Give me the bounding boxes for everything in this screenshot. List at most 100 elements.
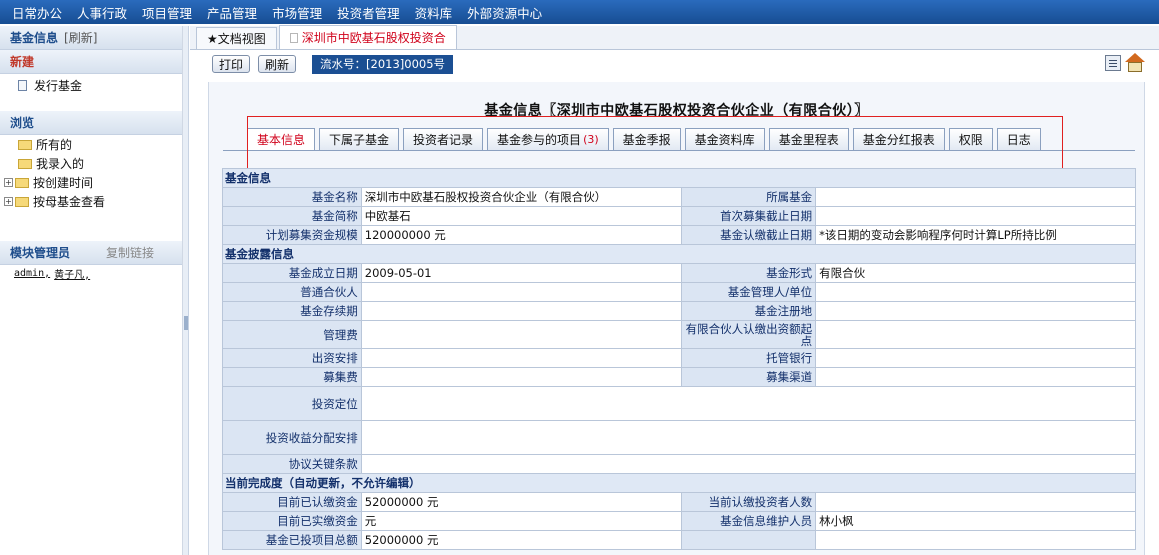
distribution-field[interactable]	[360, 420, 1137, 455]
nav-market-mgmt[interactable]: 市场管理	[272, 3, 322, 22]
refresh-button[interactable]: 刷新	[258, 55, 297, 73]
subscribed-field: 52000000 元	[360, 492, 682, 512]
table-row: 基金成立日期 2009-05-01 基金形式 有限合伙	[222, 263, 1136, 283]
field-label: 基金形式	[680, 263, 817, 283]
duration-field[interactable]	[360, 301, 682, 321]
lp-min-field[interactable]	[815, 320, 1136, 349]
admin-list: admin, 黄子凡,	[0, 265, 182, 281]
folder-icon	[18, 139, 32, 150]
parent-fund-field[interactable]	[815, 187, 1136, 207]
table-row: 投资收益分配安排	[222, 420, 1137, 455]
paid-field: 元	[360, 511, 682, 531]
capital-arrangement-field[interactable]	[360, 348, 682, 368]
positioning-field[interactable]	[360, 386, 1137, 421]
tab-fund-document-label: 深圳市中欧基石股权投资合	[301, 31, 446, 45]
sidebar-item-by-created-time[interactable]: + 按创建时间	[0, 173, 182, 192]
field-label: 目前已实缴资金	[222, 511, 362, 531]
invested-total-field: 52000000 元	[360, 530, 682, 550]
field-label: 基金认缴截止日期	[680, 225, 817, 245]
nav-library[interactable]: 资料库	[415, 3, 453, 22]
empty-field	[815, 530, 1136, 550]
sidebar-new-section: 新建	[0, 50, 182, 74]
registered-place-field[interactable]	[815, 301, 1136, 321]
field-label: 所属基金	[680, 187, 817, 207]
sidebar-item-by-parent-fund[interactable]: + 按母基金查看	[0, 192, 182, 211]
table-row: 出资安排 托管银行	[222, 348, 1136, 368]
sidebar-item-label: 按创建时间	[33, 176, 94, 190]
field-label: 基金已投项目总额	[222, 530, 362, 550]
copy-link-button[interactable]: 复制链接	[106, 244, 154, 261]
field-label: 首次募集截止日期	[680, 206, 817, 226]
folder-icon	[15, 196, 29, 207]
tab-document-view[interactable]: ★文档视图	[196, 27, 277, 49]
nav-external-resources[interactable]: 外部资源中心	[467, 3, 542, 22]
folder-icon	[15, 177, 29, 188]
table-row: 基金披露信息	[222, 244, 1136, 264]
subscribe-deadline-field[interactable]: *该日期的变动会影响程序何时计算LP所持比例	[815, 225, 1136, 245]
tab-fund-document[interactable]: 深圳市中欧基石股权投资合	[278, 25, 457, 49]
field-label: 投资收益分配安排	[222, 420, 362, 455]
sidebar-refresh-link[interactable]: [刷新]	[64, 29, 97, 46]
home-icon[interactable]	[1125, 53, 1145, 73]
fund-name-field[interactable]: 深圳市中欧基石股权投资合伙企业（有限合伙）	[360, 187, 682, 207]
new-section-label: 新建	[10, 55, 35, 69]
table-row: 基金存续期 基金注册地	[222, 301, 1136, 321]
sidebar-splitter[interactable]	[183, 26, 189, 555]
established-date-field[interactable]: 2009-05-01	[360, 263, 682, 283]
table-row: 募集费 募集渠道	[222, 367, 1136, 387]
admin-user-link[interactable]: admin,	[14, 268, 50, 279]
expand-icon[interactable]: +	[4, 197, 13, 206]
custodian-field[interactable]	[815, 348, 1136, 368]
nav-product-mgmt[interactable]: 产品管理	[207, 3, 257, 22]
field-label: 出资安排	[222, 348, 362, 368]
sidebar-browse-section: 浏览	[0, 111, 182, 135]
sidebar-item-issue-fund[interactable]: 发行基金	[0, 76, 182, 95]
planned-size-field[interactable]: 120000000 元	[360, 225, 682, 245]
nav-project-mgmt[interactable]: 项目管理	[142, 3, 192, 22]
first-raise-deadline-field[interactable]	[815, 206, 1136, 226]
field-label: 托管银行	[680, 348, 817, 368]
table-row: 基金简称 中欧基石 首次募集截止日期	[222, 206, 1136, 226]
mgmt-fee-field[interactable]	[360, 320, 682, 349]
field-label: 募集渠道	[680, 367, 817, 387]
export-icon[interactable]	[1105, 55, 1121, 71]
fund-info-form: 基金信息 基金名称 深圳市中欧基石股权投资合伙企业（有限合伙） 所属基金 基金简…	[222, 168, 1137, 550]
nav-daily-office[interactable]: 日常办公	[12, 3, 62, 22]
top-nav: 日常办公 人事行政 项目管理 产品管理 市场管理 投资者管理 资料库 外部资源中…	[0, 0, 1159, 24]
print-button[interactable]: 打印	[212, 55, 251, 73]
splitter-grip-icon[interactable]	[184, 316, 188, 330]
folder-icon	[18, 158, 32, 169]
table-row: 目前已实缴资金 元 基金信息维护人员 林小枫	[222, 511, 1136, 531]
short-name-field[interactable]: 中欧基石	[360, 206, 682, 226]
table-row: 投资定位	[222, 386, 1137, 421]
sidebar-item-my-entries[interactable]: 我录入的	[0, 154, 182, 173]
key-terms-field[interactable]	[360, 454, 1137, 474]
nav-investor-mgmt[interactable]: 投资者管理	[337, 3, 400, 22]
section-header: 当前完成度（自动更新，不允许编辑）	[222, 473, 1136, 493]
raise-fee-field[interactable]	[360, 367, 682, 387]
toolbar-icons	[1105, 53, 1145, 73]
admin-section-label: 模块管理员	[10, 246, 71, 260]
field-label: 目前已认缴资金	[222, 492, 362, 512]
page-icon	[289, 32, 298, 43]
section-header: 基金信息	[222, 168, 1136, 188]
field-label: 基金存续期	[222, 301, 362, 321]
table-row: 协议关键条款	[222, 454, 1137, 474]
fund-form-field[interactable]: 有限合伙	[815, 263, 1136, 283]
browse-section-label: 浏览	[10, 116, 35, 130]
nav-hr-admin[interactable]: 人事行政	[77, 3, 127, 22]
serial-number: 流水号：[2013]0005号	[312, 54, 454, 74]
field-label: 基金管理人/单位	[680, 282, 817, 302]
raise-channel-field[interactable]	[815, 367, 1136, 387]
field-label: 协议关键条款	[222, 454, 362, 474]
gp-field[interactable]	[360, 282, 682, 302]
sidebar-item-all[interactable]: 所有的	[0, 135, 182, 154]
field-label: 募集费	[222, 367, 362, 387]
sidebar-item-label: 所有的	[36, 138, 73, 152]
manager-field[interactable]	[815, 282, 1136, 302]
section-header: 基金披露信息	[222, 244, 1136, 264]
table-row: 管理费 有限合伙人认缴出资额起点	[222, 320, 1136, 349]
expand-icon[interactable]: +	[4, 178, 13, 187]
table-row: 基金信息	[222, 168, 1136, 188]
admin-user-link[interactable]: 黄子凡,	[54, 266, 90, 281]
